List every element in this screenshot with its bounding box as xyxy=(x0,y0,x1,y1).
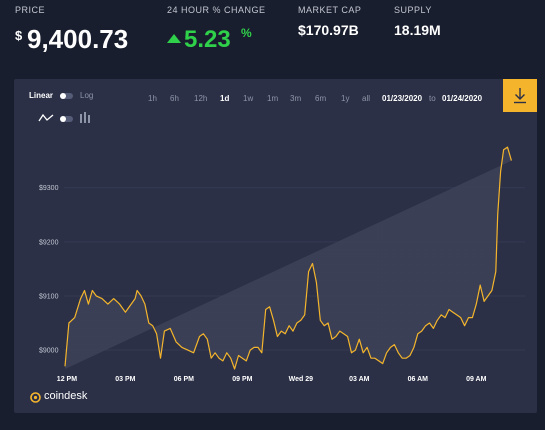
range-1w-button[interactable]: 1w xyxy=(243,94,253,103)
y-tick-label: $9200 xyxy=(39,239,59,246)
range-1y-button[interactable]: 1y xyxy=(341,94,349,103)
scale-toggle-knob xyxy=(60,93,66,99)
arrow-up-icon xyxy=(167,34,181,43)
x-tick-label: 09 PM xyxy=(232,376,252,383)
date-to-input[interactable]: 01/24/2020 xyxy=(442,94,482,103)
x-tick-label: 06 AM xyxy=(408,376,429,383)
change-label: 24 HOUR % CHANGE xyxy=(167,5,266,15)
chart-type-toggle[interactable] xyxy=(60,116,73,122)
range-6m-button[interactable]: 6m xyxy=(315,94,326,103)
x-tick-label: 12 PM xyxy=(57,376,77,383)
bar-chart-icon[interactable] xyxy=(79,112,91,124)
x-axis: 12 PM 03 PM 06 PM 09 PM Wed 29 03 AM 06 AM 09 A… xyxy=(57,376,487,383)
scale-linear-option[interactable]: Linear xyxy=(29,91,53,100)
scale-log-option[interactable]: Log xyxy=(80,91,93,100)
chart-type-toggle-knob xyxy=(60,116,66,122)
y-tick-label: $9300 xyxy=(39,185,59,192)
range-1h-button[interactable]: 1h xyxy=(148,94,157,103)
download-icon xyxy=(514,88,526,104)
market-cap-label: MARKET CAP xyxy=(298,5,362,15)
range-6h-button[interactable]: 6h xyxy=(170,94,179,103)
price-area xyxy=(65,147,512,369)
y-axis: $9000 $9100 $9200 $9300 xyxy=(39,185,59,354)
x-tick-label: 03 PM xyxy=(115,376,135,383)
x-tick-label: 09 AM xyxy=(466,376,487,383)
date-separator: to xyxy=(429,94,436,103)
price-value: 9,400.73 xyxy=(27,24,129,54)
y-tick-label: $9000 xyxy=(39,348,59,355)
range-all-button[interactable]: all xyxy=(362,94,370,103)
chart-panel: $9000 $9100 $9200 $9300 12 PM 03 PM 06 PM 09 P… xyxy=(14,79,537,413)
download-button[interactable] xyxy=(503,79,537,112)
date-from-input[interactable]: 01/23/2020 xyxy=(382,94,422,103)
price-currency-symbol: $ xyxy=(15,28,23,43)
market-cap-value: $170.97B xyxy=(298,22,359,38)
change-value: 5.23 xyxy=(184,26,231,53)
price-label: PRICE xyxy=(15,5,46,15)
coindesk-logo-icon xyxy=(30,392,41,403)
supply-label: SUPPLY xyxy=(394,5,432,15)
y-tick-label: $9100 xyxy=(39,293,59,300)
x-tick-label: Wed 29 xyxy=(289,376,313,383)
supply-value: 18.19M xyxy=(394,22,441,38)
x-tick-label: 03 AM xyxy=(349,376,370,383)
range-1m-button[interactable]: 1m xyxy=(267,94,278,103)
scale-toggle[interactable] xyxy=(60,93,73,99)
change-unit: % xyxy=(241,26,252,40)
line-chart-icon[interactable] xyxy=(38,112,54,124)
price-chart: $9000 $9100 $9200 $9300 12 PM 03 PM 06 PM 09 P… xyxy=(39,146,525,383)
range-3m-button[interactable]: 3m xyxy=(290,94,301,103)
range-12h-button[interactable]: 12h xyxy=(194,94,207,103)
brand-name: coindesk xyxy=(44,390,88,402)
range-1d-button[interactable]: 1d xyxy=(220,94,229,103)
x-tick-label: 06 PM xyxy=(174,376,194,383)
